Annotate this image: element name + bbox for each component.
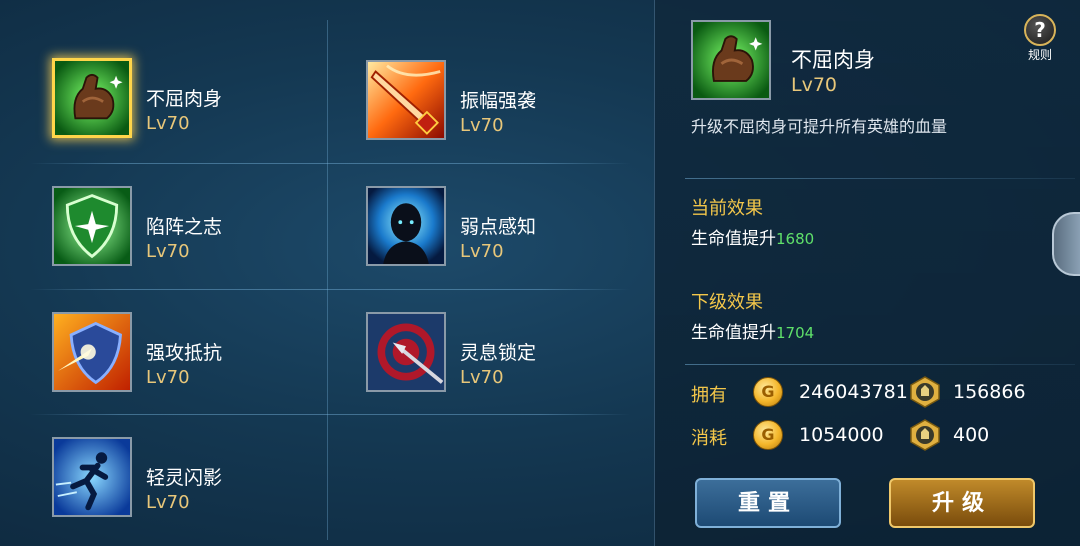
- current-effect-text: 生命值提升: [691, 229, 776, 249]
- skill-name: 陷阵之志: [146, 216, 223, 238]
- skill-level: Lv70: [146, 367, 190, 388]
- cost-label: 消耗: [691, 428, 727, 449]
- owned-label: 拥有: [691, 385, 727, 406]
- medal-icon: [910, 376, 940, 408]
- skill-level: Lv70: [460, 241, 504, 262]
- running-figure-icon: [52, 437, 132, 517]
- row-divider: [30, 163, 630, 164]
- current-effect-title: 当前效果: [691, 198, 763, 219]
- detail-skill-level: Lv70: [791, 74, 838, 96]
- divider: [685, 178, 1075, 179]
- cost-gold-value: 1054000: [799, 424, 884, 446]
- green-shield-icon: [52, 186, 132, 266]
- skill-level: Lv70: [460, 367, 504, 388]
- skill-item-amplitude-strike[interactable]: 振幅强袭 Lv70: [366, 60, 646, 150]
- skill-item-assault-resist[interactable]: 强攻抵抗 Lv70: [52, 312, 332, 402]
- upgrade-button[interactable]: 升级: [889, 478, 1035, 528]
- flexed-arm-icon: [691, 20, 771, 100]
- flaming-sword-icon: [366, 60, 446, 140]
- skill-level: Lv70: [146, 241, 190, 262]
- skill-name: 灵息锁定: [460, 342, 537, 364]
- row-divider: [30, 414, 630, 415]
- next-effect-text: 生命值提升: [691, 323, 776, 343]
- rules-label: 规则: [1027, 48, 1052, 62]
- rules-button[interactable]: ? 规则: [1020, 14, 1060, 64]
- skill-name: 振幅强袭: [460, 90, 537, 112]
- burning-shield-icon: [52, 312, 132, 392]
- reset-button[interactable]: 重置: [695, 478, 841, 528]
- skill-name: 轻灵闪影: [146, 467, 223, 489]
- help-glyph: ?: [1034, 18, 1046, 42]
- skill-item-spirit-lock[interactable]: 灵息锁定 Lv70: [366, 312, 646, 402]
- medal-icon: [910, 419, 940, 451]
- coin-glyph: G: [761, 425, 775, 444]
- gold-coin-icon: G: [753, 377, 783, 407]
- skill-level: Lv70: [146, 113, 190, 134]
- skill-level: Lv70: [146, 492, 190, 513]
- skill-item-weakness-sense[interactable]: 弱点感知 Lv70: [366, 186, 646, 276]
- current-effect-line: 生命值提升1680: [691, 224, 814, 249]
- gold-coin-icon: G: [753, 420, 783, 450]
- owned-gold-value: 246043781: [799, 381, 908, 403]
- owned-medal-value: 156866: [953, 381, 1026, 403]
- skill-item-vanguard-will[interactable]: 陷阵之志 Lv70: [52, 186, 332, 276]
- next-effect-title: 下级效果: [691, 292, 763, 313]
- next-effect-line: 生命值提升1704: [691, 318, 814, 343]
- skill-name: 弱点感知: [460, 216, 537, 238]
- skill-name: 不屈肉身: [146, 88, 223, 110]
- arrow-target-icon: [366, 312, 446, 392]
- detail-description: 升级不屈肉身可提升所有英雄的血量: [691, 117, 948, 136]
- question-mark-icon: ?: [1024, 14, 1056, 46]
- cost-medal-value: 400: [953, 424, 990, 446]
- skill-name: 强攻抵抗: [146, 342, 223, 364]
- skill-detail-panel: 不屈肉身 Lv70 升级不屈肉身可提升所有英雄的血量 当前效果 生命值提升168…: [654, 0, 1080, 546]
- current-effect-value: 1680: [776, 230, 815, 248]
- coin-glyph: G: [761, 382, 775, 401]
- flexed-arm-icon: [52, 58, 132, 138]
- skill-item-unyielding-body[interactable]: 不屈肉身 Lv70: [52, 58, 332, 148]
- next-effect-value: 1704: [776, 324, 815, 342]
- row-divider: [30, 289, 630, 290]
- skill-level: Lv70: [460, 115, 504, 136]
- skill-grid: 不屈肉身 Lv70 振幅强袭 Lv70 陷阵之志 Lv70 弱点感知 Lv70 …: [0, 0, 652, 546]
- detail-skill-name: 不屈肉身: [791, 48, 875, 72]
- side-drawer-tab[interactable]: [1052, 212, 1080, 276]
- divider: [685, 364, 1075, 365]
- skill-item-swift-shadow[interactable]: 轻灵闪影 Lv70: [52, 437, 332, 527]
- glowing-head-icon: [366, 186, 446, 266]
